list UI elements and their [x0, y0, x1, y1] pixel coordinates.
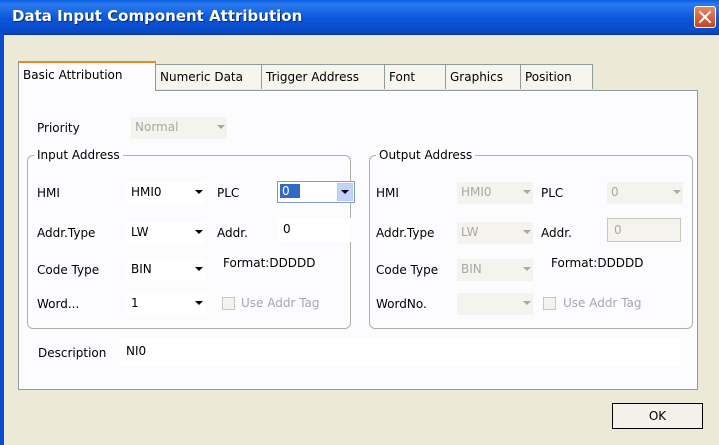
tab-basic-attribution[interactable]: Basic Attribution — [18, 61, 156, 91]
chevron-down-icon — [523, 267, 531, 271]
tab-trigger-address[interactable]: Trigger Address — [261, 64, 385, 89]
priority-value: Normal — [135, 120, 179, 134]
window-title: Data Input Component Attribution — [12, 7, 303, 25]
output-address-legend: Output Address — [376, 148, 476, 162]
ok-button[interactable]: OK — [612, 403, 703, 429]
description-label: Description — [38, 346, 107, 360]
window-left-border — [0, 34, 4, 445]
priority-select[interactable]: Normal — [131, 117, 227, 139]
output-plc-label: PLC — [541, 186, 564, 200]
input-use-addr-tag-label: Use Addr Tag — [241, 296, 320, 310]
priority-label: Priority — [37, 121, 80, 135]
chevron-down-icon — [195, 230, 203, 234]
output-addr-type-value: LW — [461, 225, 479, 239]
chevron-down-icon — [673, 190, 681, 194]
output-word-select[interactable] — [457, 293, 533, 315]
input-code-type-select[interactable]: BIN — [127, 259, 205, 281]
output-plc-value: 0 — [611, 185, 619, 199]
input-plc-dropdown-button[interactable] — [337, 183, 353, 201]
input-word-value: 1 — [131, 296, 139, 310]
input-address-legend: Input Address — [34, 148, 123, 162]
input-plc-select[interactable]: 0 — [277, 181, 355, 203]
output-format-text: Format:DDDDD — [551, 256, 644, 270]
chevron-down-icon — [523, 190, 531, 194]
description-field[interactable]: NI0 — [120, 338, 680, 366]
input-code-type-value: BIN — [131, 262, 152, 276]
input-format-text: Format:DDDDD — [223, 256, 316, 270]
input-word-label: Word... — [37, 297, 80, 311]
tab-position[interactable]: Position — [520, 64, 593, 89]
input-hmi-value: HMI0 — [131, 185, 162, 199]
chevron-down-icon — [195, 190, 203, 194]
tab-numeric-data[interactable]: Numeric Data — [155, 64, 262, 89]
output-addr-value: 0 — [614, 223, 622, 237]
output-plc-select[interactable]: 0 — [607, 182, 683, 204]
input-plc-value: 0 — [280, 184, 300, 198]
output-addr-field[interactable]: 0 — [607, 218, 681, 242]
input-use-addr-tag-checkbox[interactable] — [222, 297, 235, 310]
chevron-down-icon — [217, 125, 225, 129]
input-addr-type-label: Addr.Type — [37, 226, 96, 240]
output-code-type-label: Code Type — [376, 263, 439, 277]
description-value: NI0 — [126, 344, 147, 358]
output-use-addr-tag-label: Use Addr Tag — [563, 296, 642, 310]
output-addr-label: Addr. — [541, 226, 572, 240]
input-addr-type-value: LW — [131, 225, 149, 239]
tab-graphics[interactable]: Graphics — [445, 64, 521, 89]
output-code-type-select[interactable]: BIN — [457, 259, 533, 281]
input-hmi-select[interactable]: HMI0 — [127, 182, 205, 204]
output-hmi-select[interactable]: HMI0 — [457, 182, 533, 204]
input-addr-type-select[interactable]: LW — [127, 222, 205, 244]
dialog-window: Data Input Component Attribution Basic A… — [0, 0, 719, 445]
chevron-down-icon — [195, 301, 203, 305]
input-addr-field[interactable]: 0 — [277, 218, 351, 242]
input-plc-label: PLC — [217, 186, 240, 200]
chevron-down-icon — [341, 190, 349, 194]
output-word-label: WordNo. — [376, 297, 427, 311]
input-word-select[interactable]: 1 — [127, 293, 205, 315]
chevron-down-icon — [523, 230, 531, 234]
output-addr-type-select[interactable]: LW — [457, 222, 533, 244]
chevron-down-icon — [523, 301, 531, 305]
output-addr-type-label: Addr.Type — [376, 226, 435, 240]
output-hmi-value: HMI0 — [461, 185, 492, 199]
tab-font[interactable]: Font — [384, 64, 446, 89]
input-code-type-label: Code Type — [37, 263, 100, 277]
output-code-type-value: BIN — [461, 262, 482, 276]
title-bar[interactable]: Data Input Component Attribution — [0, 0, 719, 35]
close-button[interactable] — [694, 6, 716, 28]
output-hmi-label: HMI — [376, 186, 399, 200]
input-hmi-label: HMI — [37, 186, 60, 200]
input-addr-label: Addr. — [217, 226, 248, 240]
input-addr-value: 0 — [283, 222, 291, 236]
output-use-addr-tag-checkbox[interactable] — [543, 297, 556, 310]
chevron-down-icon — [195, 267, 203, 271]
